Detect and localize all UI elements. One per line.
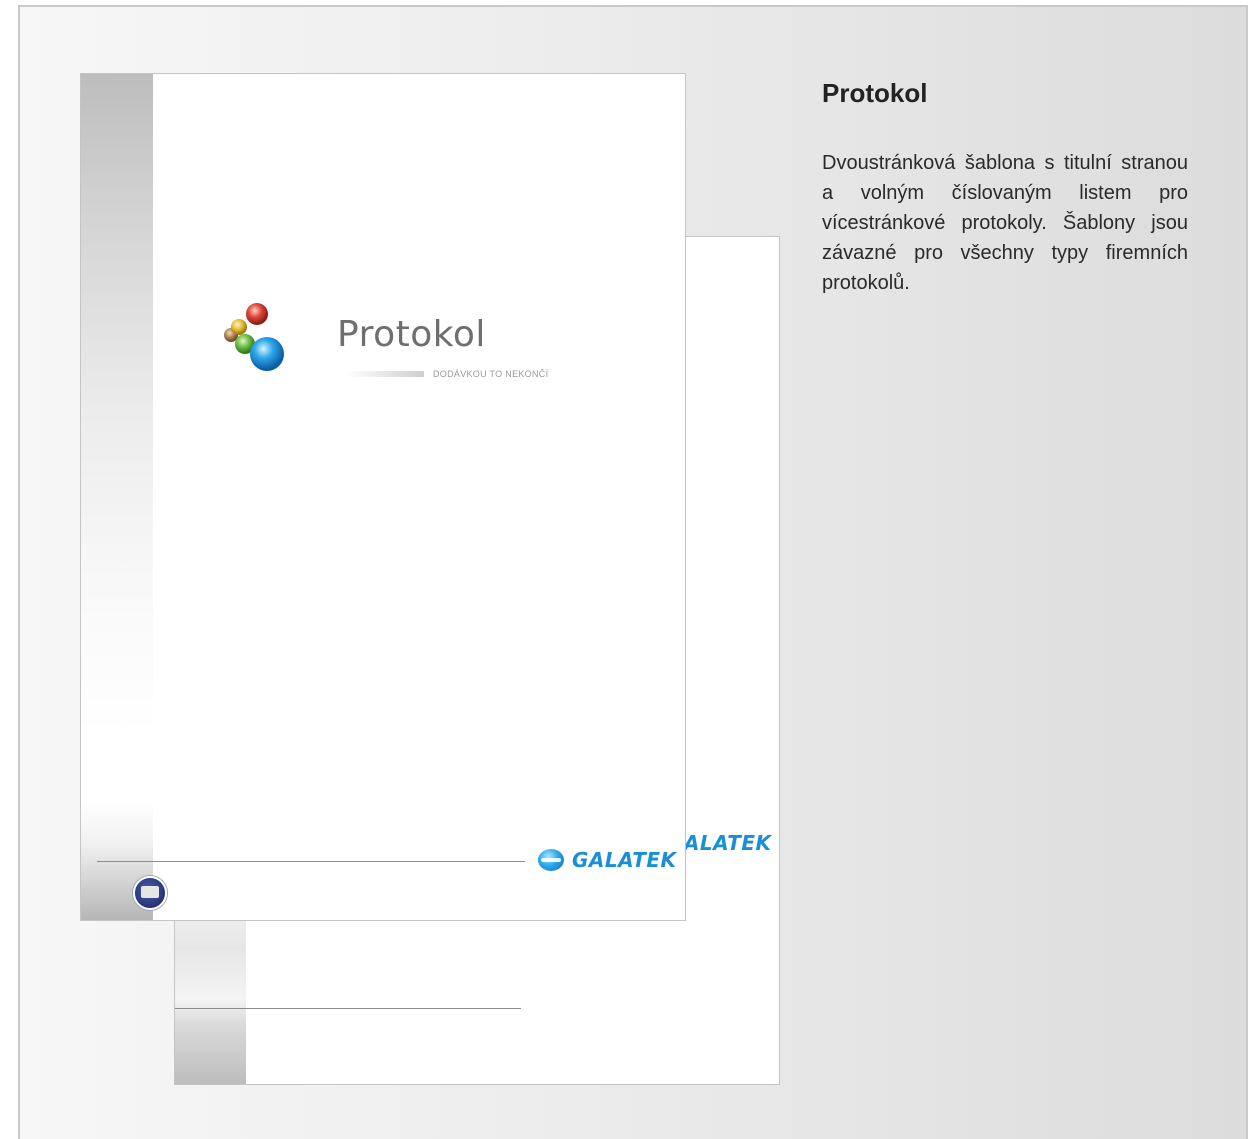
footer-rule [175, 1008, 521, 1009]
galatek-logo-text: GALATEK [572, 848, 677, 872]
cover-tagline: DODÁVKOU TO NEKONČÍ [433, 369, 549, 379]
cover-title: Protokol [337, 314, 486, 355]
footer-rule [97, 861, 525, 862]
galatek-logo-icon [538, 849, 564, 871]
cover-page-preview: Protokol DODÁVKOU TO NEKONČÍ GALATEK [80, 73, 686, 921]
tuv-certification-icon [133, 876, 167, 910]
colored-spheres-icon [224, 303, 284, 371]
page-title: Protokol [822, 78, 928, 108]
side-stripe [81, 74, 153, 920]
galatek-logo: GALATEK [538, 848, 677, 872]
cover-title-bar [346, 371, 424, 377]
template-description: Dvoustránková šablona s titulní stranou … [822, 152, 1188, 294]
